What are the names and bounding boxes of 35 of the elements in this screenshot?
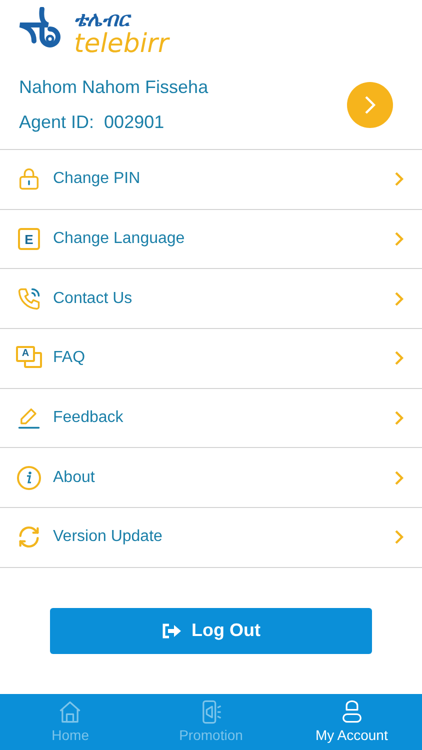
agent-name: Nahom Nahom Fisseha	[19, 76, 208, 98]
chevron-right-icon	[394, 231, 404, 248]
phone-icon	[16, 286, 42, 312]
menu-item[interactable]: E Change Language	[0, 210, 422, 270]
menu-item-label: Change PIN	[53, 169, 142, 190]
menu-item[interactable]: Change PIN	[0, 150, 422, 210]
menu-item-label: Change Language	[53, 229, 186, 250]
profile-arrow-button[interactable]	[347, 82, 393, 128]
menu-item-label: Version Update	[53, 527, 164, 548]
menu-item[interactable]: Version Update	[0, 508, 422, 568]
logo-amharic-text: ቴሌብር	[74, 9, 169, 31]
letter-e-icon: E	[18, 228, 40, 250]
agent-id: 002901	[104, 110, 164, 134]
info-icon	[17, 466, 41, 490]
chevron-right-icon	[394, 350, 404, 366]
refresh-icon	[16, 524, 42, 550]
chevron-right-icon	[394, 290, 404, 307]
menu-item[interactable]: A FAQ	[0, 329, 422, 389]
chevron-right-icon	[394, 171, 404, 188]
menu-item-label: FAQ	[53, 348, 86, 368]
agent-id-label: Agent ID:	[19, 110, 94, 134]
menu-item[interactable]: Feedback	[0, 388, 422, 448]
menu-item-label: Contact Us	[53, 288, 134, 309]
logout-icon	[162, 622, 182, 639]
chevron-right-icon	[394, 410, 404, 426]
menu-item-label: About	[53, 468, 96, 488]
chevron-right-icon	[363, 94, 377, 116]
menu-item[interactable]: Contact Us	[0, 269, 422, 330]
nav-tab[interactable]: My Account	[281, 694, 422, 750]
menu-item[interactable]: About	[0, 448, 422, 508]
logo-text: telebirr	[74, 31, 169, 57]
logout-button[interactable]: Log Out	[50, 608, 372, 654]
chevron-right-icon	[394, 470, 404, 486]
chevron-right-icon	[394, 529, 404, 546]
menu-item-label: Feedback	[53, 408, 124, 428]
